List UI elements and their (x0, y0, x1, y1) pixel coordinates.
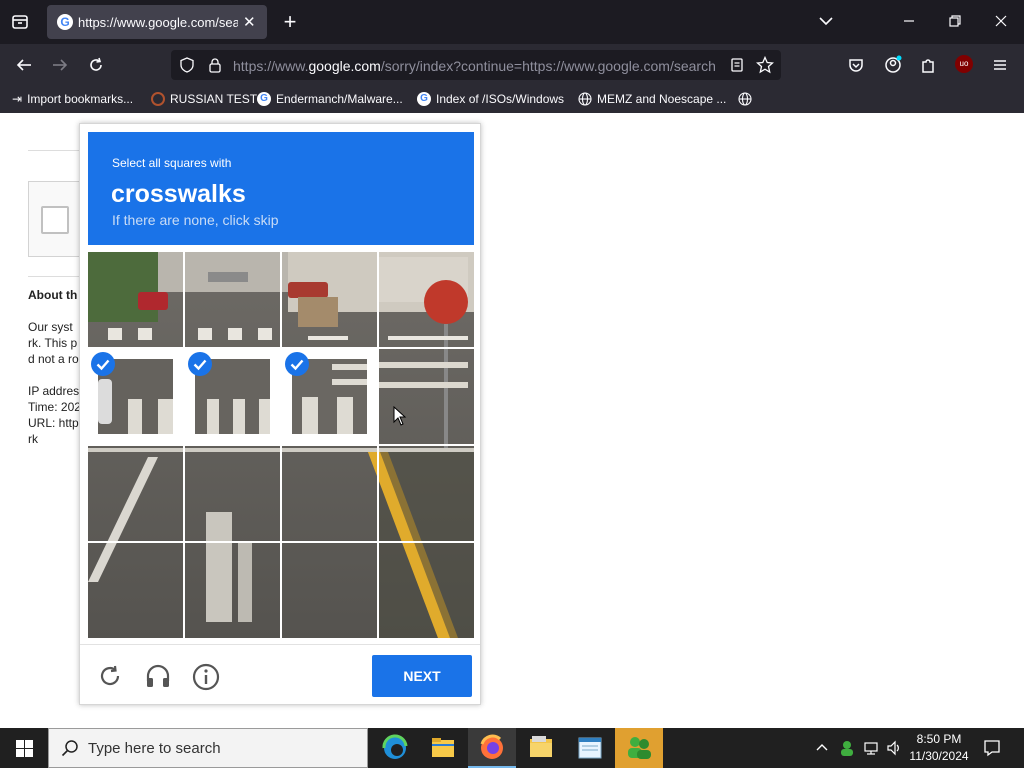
shield-icon[interactable] (179, 57, 195, 73)
pocket-icon[interactable] (842, 51, 870, 79)
url-text[interactable]: https://www.google.com/sorry/index?conti… (233, 58, 717, 74)
captcha-dialog: Select all squares with crosswalks If th… (79, 123, 481, 705)
tab-overview-icon[interactable] (6, 8, 34, 36)
ip-address-line: IP addres (28, 384, 80, 398)
close-window-icon[interactable] (987, 7, 1015, 35)
headphones-icon[interactable] (144, 663, 172, 694)
checkmark-icon (188, 352, 212, 376)
captcha-header: Select all squares with crosswalks If th… (88, 132, 474, 245)
menu-icon[interactable] (986, 51, 1014, 79)
globe-icon (578, 92, 592, 106)
body-line: d not a ro (28, 352, 79, 366)
people-tray-icon[interactable] (838, 739, 856, 762)
google-icon: G (417, 92, 431, 106)
checkmark-icon (91, 352, 115, 376)
next-button[interactable]: NEXT (372, 655, 472, 697)
tab-bar: G https://www.google.com/search ✕ + (0, 0, 1024, 44)
bookmark-endermanch[interactable]: G Endermanch/Malware... (257, 92, 403, 106)
file-explorer-icon[interactable] (419, 728, 467, 768)
globe-icon[interactable] (738, 92, 752, 106)
bookmark-import[interactable]: ⇥ Import bookmarks... (12, 92, 133, 106)
restore-icon[interactable] (941, 7, 969, 35)
notifications-icon[interactable] (982, 738, 1002, 763)
windows-taskbar: Type here to search 8:50 PM 11/30/2024 (0, 728, 1024, 768)
folder-icon[interactable] (517, 728, 565, 768)
new-tab-icon[interactable]: + (276, 8, 304, 36)
notepad-icon[interactable] (566, 728, 614, 768)
bookmark-index-isos[interactable]: G Index of /ISOs/Windows (417, 92, 564, 106)
captcha-tile-selected[interactable] (88, 349, 183, 444)
ublock-icon[interactable]: uo (955, 55, 973, 73)
bookmark-russian-test[interactable]: RUSSIAN TEST (151, 92, 257, 106)
windows-start-icon[interactable] (16, 740, 33, 762)
captcha-instruction: Select all squares with (112, 156, 232, 170)
info-icon[interactable] (192, 663, 220, 696)
about-heading: About th (28, 288, 78, 302)
bookmarks-toolbar: ⇥ Import bookmarks... RUSSIAN TEST G End… (0, 86, 1024, 113)
forward-icon[interactable] (46, 51, 74, 79)
volume-icon[interactable] (885, 739, 903, 762)
search-icon (61, 739, 79, 762)
extensions-icon[interactable] (914, 51, 942, 79)
navigation-toolbar: https://www.google.com/sorry/index?conti… (0, 44, 1024, 86)
checkmark-icon (285, 352, 309, 376)
body-line: rk. This p (28, 336, 78, 350)
captcha-tile-selected[interactable] (185, 349, 280, 444)
reader-icon[interactable] (729, 57, 745, 73)
google-icon: G (57, 14, 73, 30)
edge-icon[interactable] (371, 728, 419, 768)
taskbar-search[interactable]: Type here to search (48, 728, 368, 768)
captcha-hint: If there are none, click skip (112, 212, 279, 228)
site-icon (151, 92, 165, 106)
search-placeholder: Type here to search (88, 740, 221, 757)
reload-icon[interactable] (97, 663, 123, 694)
captcha-footer: NEXT (80, 644, 480, 704)
time-line: Time: 202 (28, 400, 81, 414)
minimize-icon[interactable] (895, 7, 923, 35)
network-icon[interactable] (862, 739, 880, 762)
import-icon: ⇥ (12, 92, 23, 106)
mouse-cursor (393, 405, 407, 431)
users-icon[interactable] (615, 728, 663, 768)
lock-icon[interactable] (207, 57, 223, 73)
street-photo (88, 252, 474, 638)
recaptcha-checkbox[interactable] (41, 206, 69, 234)
browser-tab[interactable]: G https://www.google.com/search ✕ (47, 5, 267, 39)
captcha-image-grid (88, 252, 474, 638)
firefox-icon[interactable] (468, 728, 516, 768)
back-icon[interactable] (10, 51, 38, 79)
google-icon: G (257, 92, 271, 106)
address-bar[interactable]: https://www.google.com/sorry/index?conti… (171, 50, 781, 80)
clock-date[interactable]: 11/30/2024 (904, 749, 974, 763)
clock-time[interactable]: 8:50 PM (908, 732, 970, 746)
body-line: rk (28, 432, 38, 446)
close-tab-icon[interactable]: ✕ (243, 13, 256, 31)
star-icon[interactable] (756, 56, 774, 74)
account-icon[interactable] (879, 51, 907, 79)
captcha-tile-selected[interactable] (282, 349, 377, 444)
captcha-target: crosswalks (111, 180, 246, 208)
body-line: Our syst (28, 320, 73, 334)
show-hidden-icons[interactable] (815, 740, 829, 761)
url-line: URL: http (28, 416, 79, 430)
reload-icon[interactable] (82, 51, 110, 79)
list-tabs-icon[interactable] (812, 7, 840, 35)
bookmark-memz[interactable]: MEMZ and Noescape ... (578, 92, 726, 106)
tab-title: https://www.google.com/search (78, 15, 238, 30)
